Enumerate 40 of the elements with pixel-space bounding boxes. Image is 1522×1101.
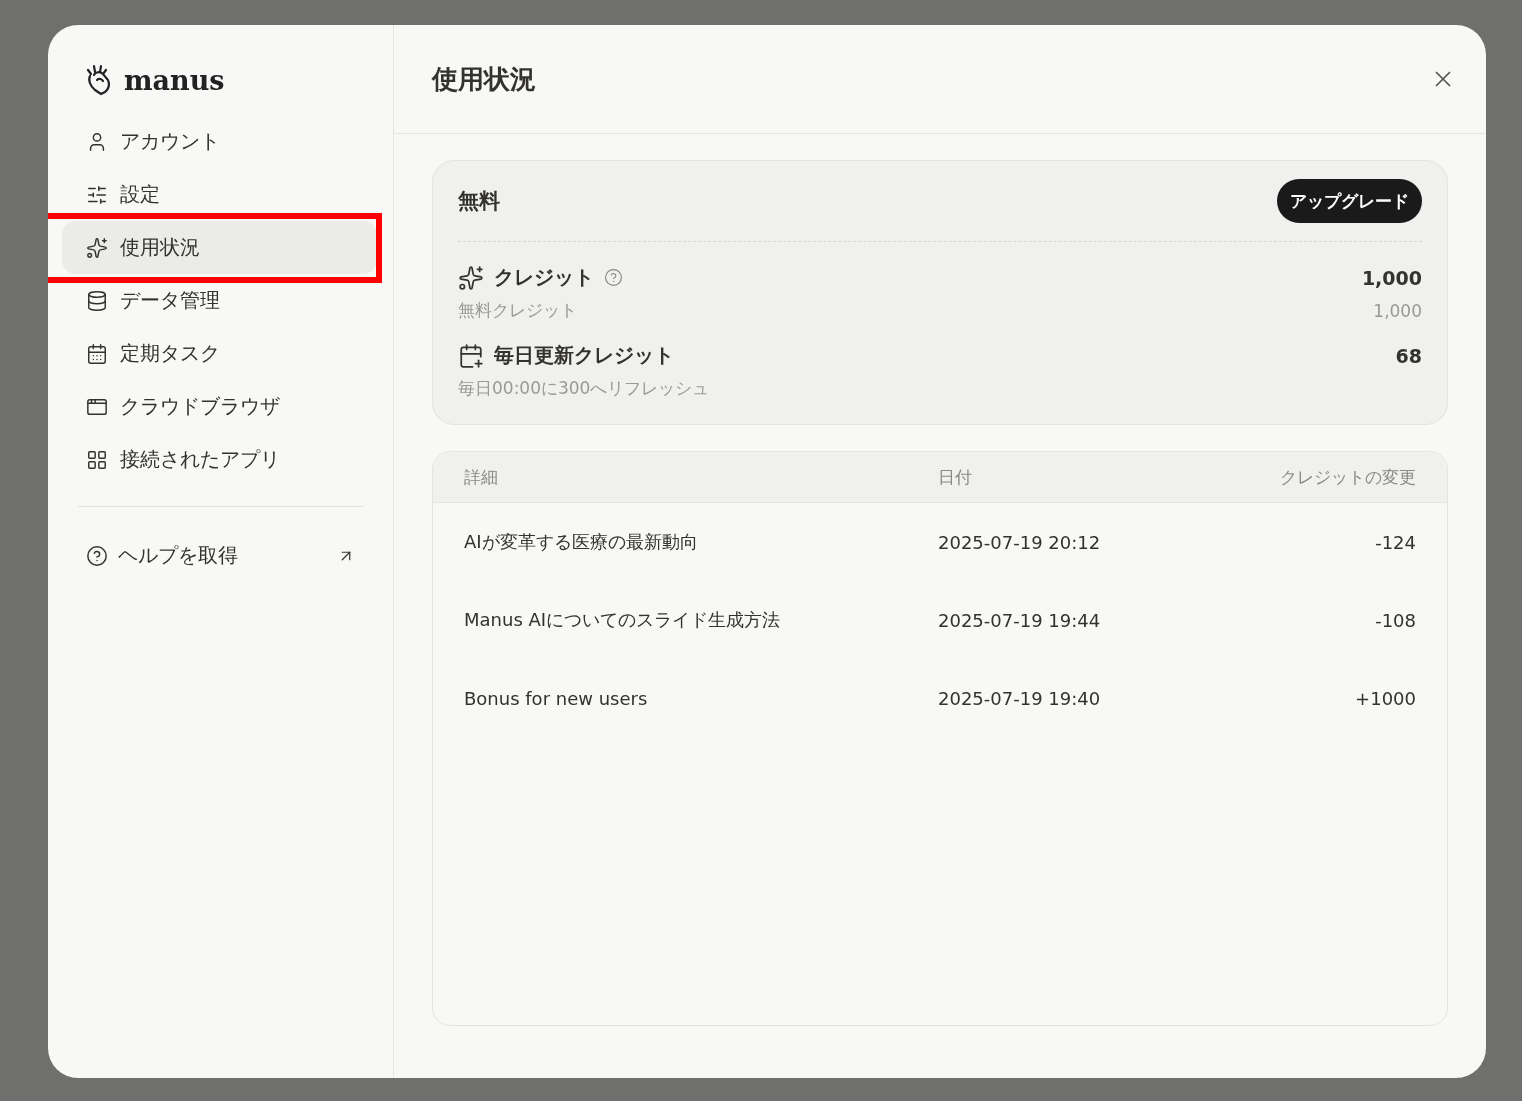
- sparkle-icon: [458, 264, 484, 291]
- table-cell-text: -108: [1374, 609, 1416, 631]
- table-cell-text: Bonus for new users: [464, 687, 649, 709]
- help-icon[interactable]: [604, 268, 623, 287]
- table-cell-text: Manus AIについてのスライド生成方法: [464, 608, 782, 632]
- table-cell-text: 2025-07-19 19:40: [938, 687, 1102, 709]
- table-cell-text: 2025-07-19 19:44: [938, 609, 1102, 631]
- sidebar-item[interactable]: 設定: [62, 168, 379, 221]
- credits-label: クレジット: [494, 264, 594, 291]
- upgrade-button[interactable]: アップグレード: [1277, 179, 1422, 223]
- free-credits-value: 1,000: [1373, 300, 1422, 321]
- calendar-icon: [458, 342, 484, 369]
- table-cell-text: AIが変革する医療の最新動向: [464, 530, 699, 554]
- refresh-note: 毎日00:00に300へリフレッシュ: [458, 377, 710, 400]
- sidebar-item[interactable]: 使用状況: [62, 221, 377, 274]
- sidebar-item[interactable]: アカウント: [62, 115, 379, 168]
- brand-name: manus: [124, 64, 225, 96]
- plan-name: 無料: [458, 187, 500, 215]
- apps-icon: [86, 448, 108, 471]
- table-cell-text: 2025-07-19 20:12: [938, 531, 1102, 553]
- column-header: 日付: [938, 465, 973, 489]
- free-credits-label: 無料クレジット: [458, 299, 577, 322]
- sidebar-item[interactable]: 定期タスク: [62, 327, 379, 380]
- column-header: 詳細: [464, 465, 499, 489]
- table-cell-text: +1000: [1354, 687, 1416, 709]
- table-cell-text: -124: [1374, 531, 1416, 553]
- settings-icon: [86, 183, 108, 206]
- help-link[interactable]: ヘルプを取得: [62, 529, 379, 582]
- sidebar-item[interactable]: クラウドブラウザ: [62, 380, 379, 433]
- daily-credits-label: 毎日更新クレジット: [494, 342, 674, 369]
- sidebar-item[interactable]: 接続されたアプリ: [62, 433, 379, 486]
- page-title: 使用状況: [432, 62, 536, 96]
- column-header: クレジットの変更: [1279, 465, 1416, 489]
- sidebar-item[interactable]: データ管理: [62, 274, 379, 327]
- schedule-icon: [86, 342, 108, 365]
- data-icon: [86, 289, 108, 312]
- daily-credits-value: 68: [1395, 344, 1422, 367]
- help-icon: [86, 544, 108, 567]
- credits-value: 1,000: [1361, 266, 1422, 289]
- usage-icon: [86, 236, 108, 259]
